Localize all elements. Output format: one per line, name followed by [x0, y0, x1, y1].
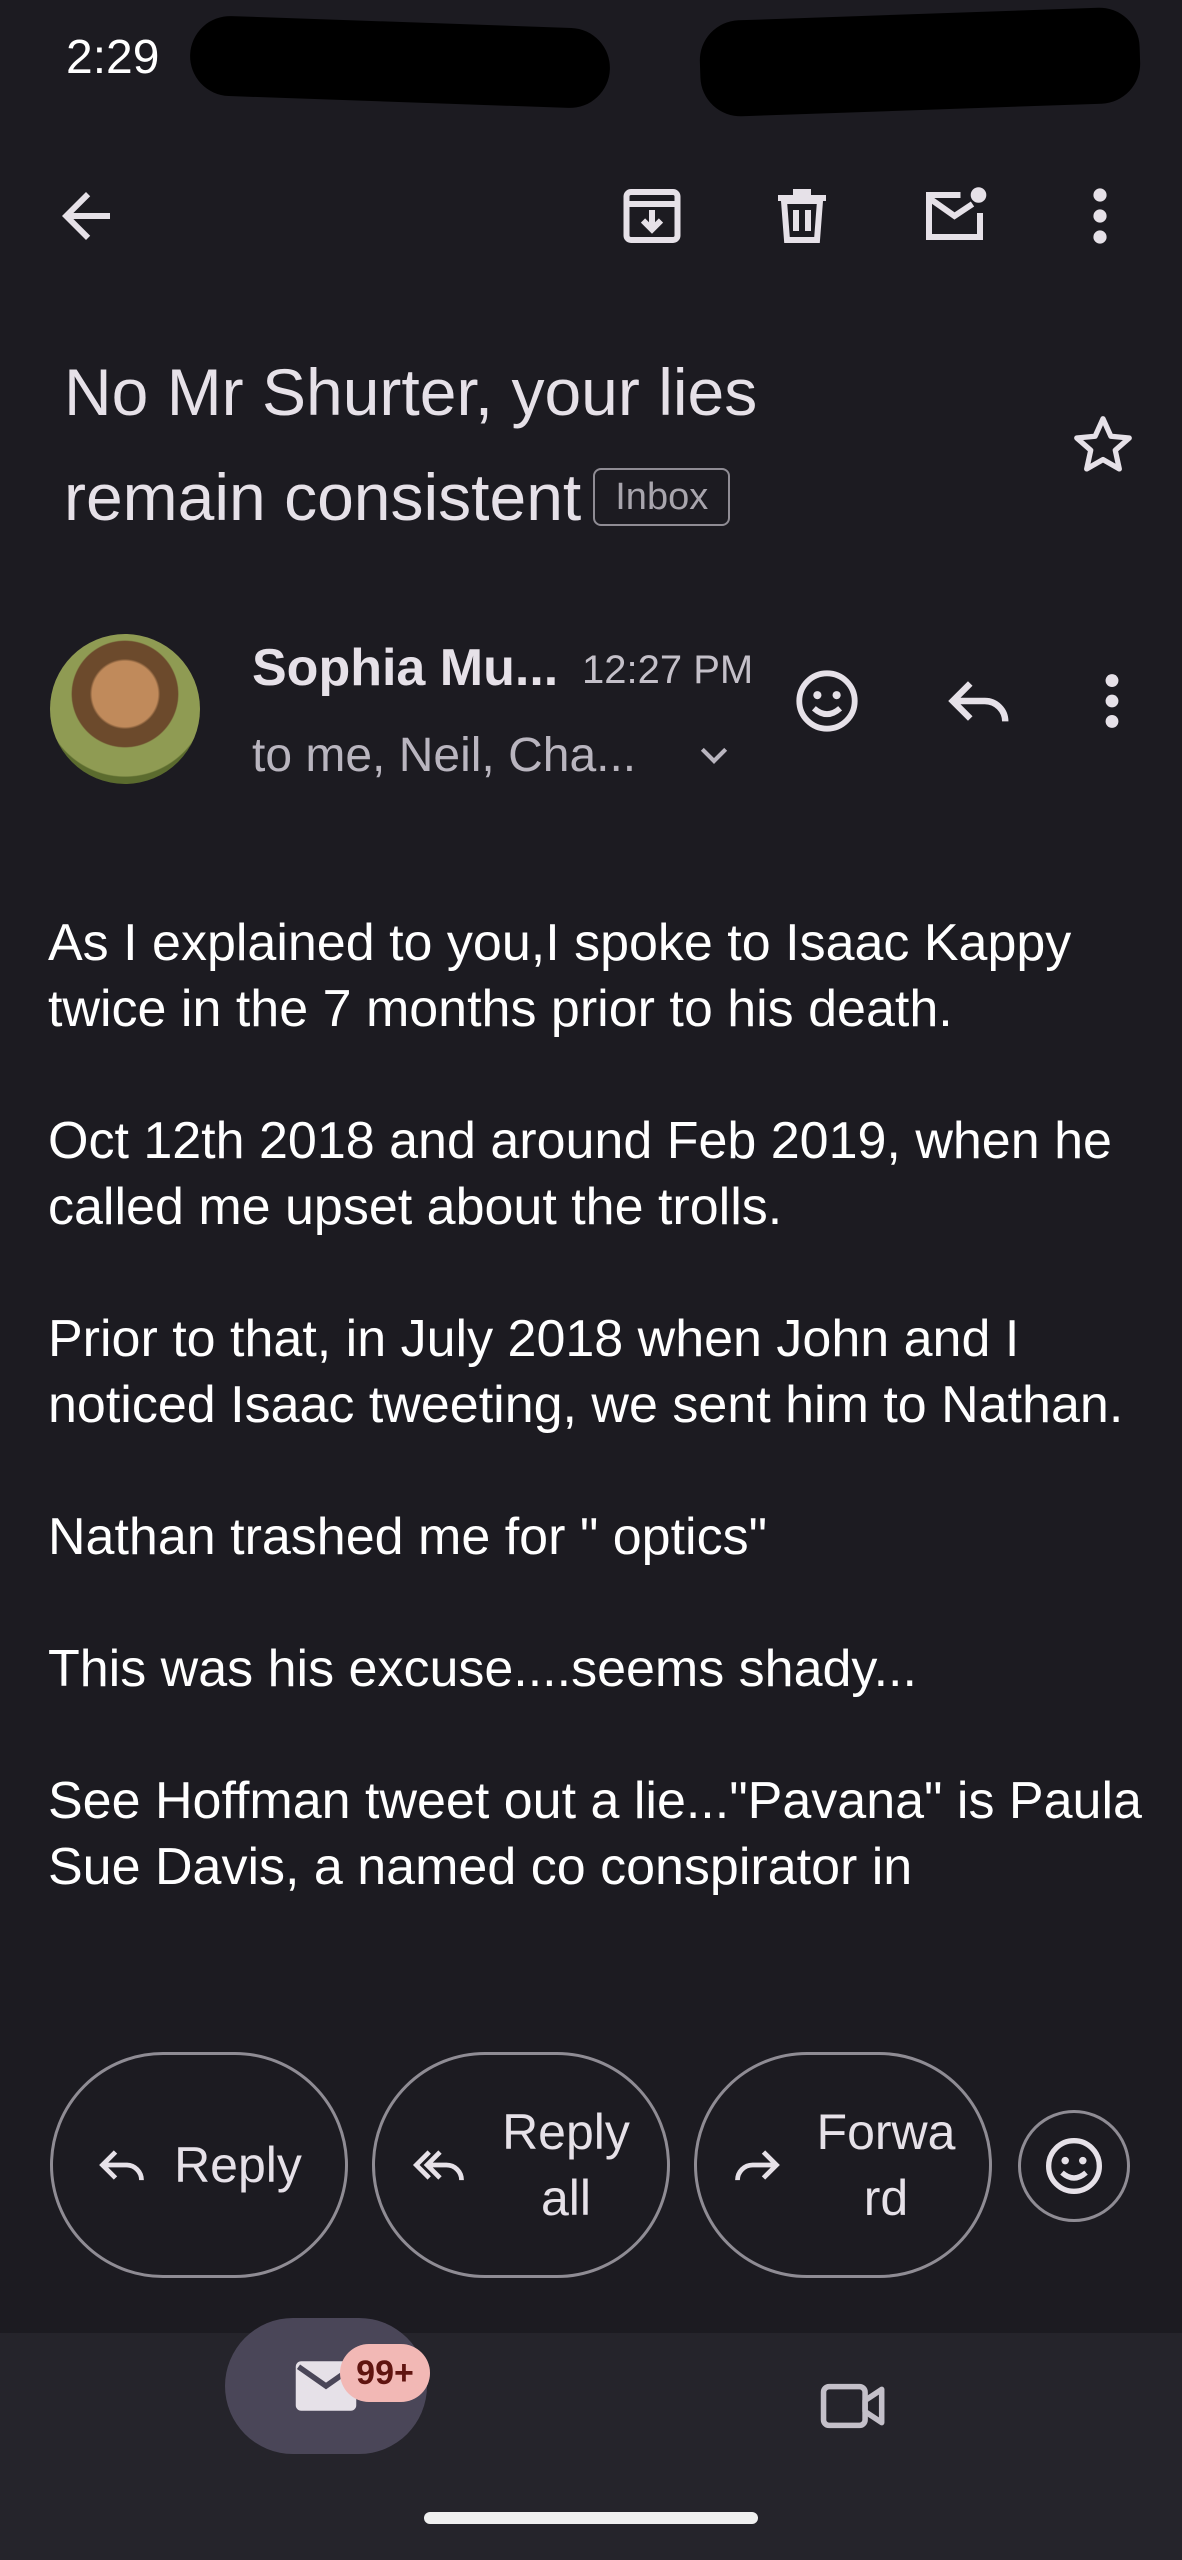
reply-icon: [99, 2150, 144, 2181]
sender-name[interactable]: Sophia Mu...: [252, 638, 558, 698]
star-icon[interactable]: [1068, 410, 1138, 480]
reply-all-icon: [413, 2150, 464, 2181]
body-paragraph: Nathan trashed me for " optics": [48, 1508, 768, 1566]
emoji-icon: [1046, 2138, 1102, 2194]
more-vert-icon[interactable]: [1080, 180, 1120, 252]
body-paragraph: Prior to that, in July 2018 when John an…: [48, 1310, 1124, 1434]
delete-icon[interactable]: [766, 180, 838, 252]
emoji-reaction-button[interactable]: [1018, 2110, 1130, 2222]
reply-button[interactable]: Reply: [50, 2052, 348, 2278]
redaction-right: [698, 6, 1142, 118]
body-paragraph: Oct 12th 2018 and around Feb 2019, when …: [48, 1112, 1112, 1236]
emoji-react-icon[interactable]: [792, 666, 862, 736]
body-paragraph: As I explained to you,I spoke to Isaac K…: [48, 914, 1072, 1038]
bottom-navigation: [0, 2333, 1182, 2560]
sender-avatar[interactable]: [50, 634, 200, 784]
body-paragraph: This was his excuse....seems shady...: [48, 1640, 917, 1698]
status-time: 2:29: [66, 31, 160, 84]
reply-icon[interactable]: [944, 666, 1014, 736]
subject-line-2: remain consistent Inbox: [64, 445, 1044, 550]
email-subject: No Mr Shurter, your lies remain consiste…: [64, 340, 1044, 550]
back-arrow-icon[interactable]: [50, 180, 122, 252]
reply-all-label-1: Reply: [502, 2104, 630, 2160]
reply-all-label: Reply all: [502, 2099, 630, 2231]
unread-count-badge: 99+: [340, 2344, 430, 2402]
reply-label: Reply: [174, 2137, 302, 2193]
forward-label: Forwa rd: [817, 2099, 956, 2231]
message-more-icon[interactable]: [1092, 666, 1132, 736]
forward-label-2: rd: [863, 2170, 909, 2226]
subject-line-1: No Mr Shurter, your lies: [64, 355, 758, 429]
redaction-left: [188, 14, 612, 110]
recipients[interactable]: to me, Neil, Cha...: [252, 728, 636, 783]
email-time: 12:27 PM: [582, 648, 754, 692]
mark-unread-icon[interactable]: [918, 180, 994, 252]
subject-line-2-text: remain consistent: [64, 460, 582, 534]
body-paragraph: See Hoffman tweet out a lie..."Pavana" i…: [48, 1772, 1142, 1896]
recipients-text: to me, Neil, Cha...: [252, 729, 637, 782]
forward-label-1: Forwa: [816, 2104, 956, 2160]
chevron-down-icon[interactable]: [694, 736, 734, 776]
reply-all-button[interactable]: Reply all: [372, 2052, 670, 2278]
forward-icon: [734, 2150, 780, 2181]
archive-icon[interactable]: [616, 180, 688, 252]
reply-all-label-2: all: [540, 2170, 592, 2226]
forward-button[interactable]: Forwa rd: [694, 2052, 992, 2278]
home-indicator[interactable]: [424, 2512, 758, 2524]
meet-video-icon[interactable]: [818, 2376, 890, 2436]
email-body: As I explained to you,I spoke to Isaac K…: [48, 910, 1148, 2000]
inbox-label-chip[interactable]: Inbox: [593, 467, 731, 526]
